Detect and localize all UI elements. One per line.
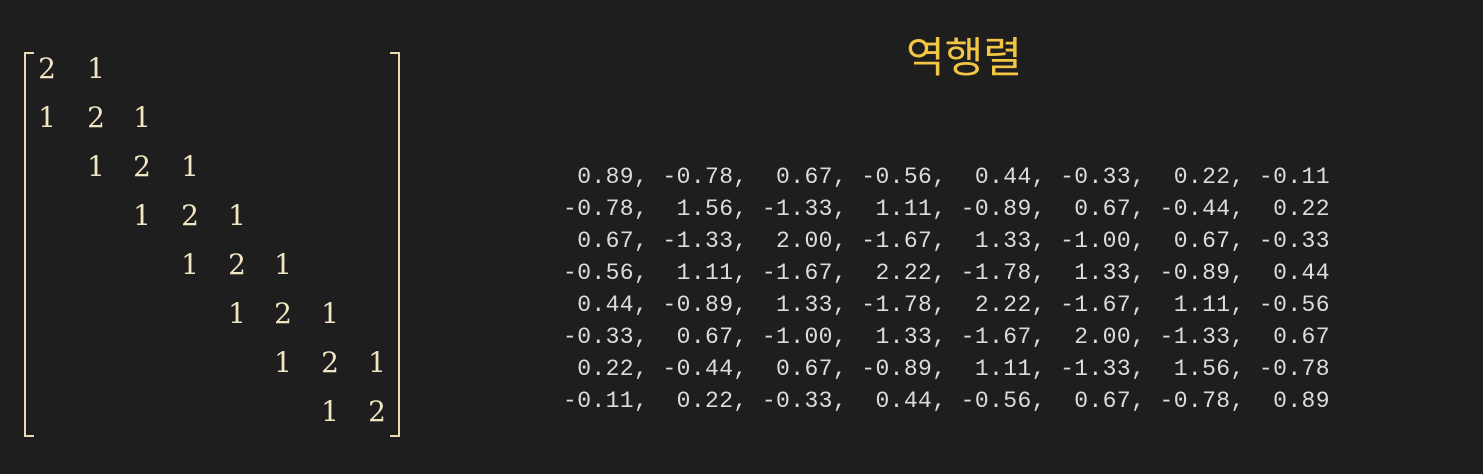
inverse-row: 0.22, -0.44, 0.67, -0.89, 1.11, -1.33, 1… xyxy=(563,356,1330,382)
matrix-cell: 2 xyxy=(274,297,292,330)
matrix-cell: 1 xyxy=(321,297,339,330)
inverse-row: -0.78, 1.56, -1.33, 1.11, -0.89, 0.67, -… xyxy=(563,196,1330,222)
matrix-cell: 2 xyxy=(228,248,246,281)
matrix-cell: 2 xyxy=(181,199,199,232)
matrix-cell: 1 xyxy=(181,150,199,183)
matrix-cell: 1 xyxy=(274,346,292,379)
matrix-cell: 2 xyxy=(87,101,105,134)
matrix-cell: 1 xyxy=(228,297,246,330)
matrix-cell: 2 xyxy=(321,346,339,379)
inverse-row: -0.33, 0.67, -1.00, 1.33, -1.67, 2.00, -… xyxy=(563,324,1330,350)
inverse-row: 0.89, -0.78, 0.67, -0.56, 0.44, -0.33, 0… xyxy=(563,164,1330,190)
matrix-cell: 1 xyxy=(38,101,56,134)
matrix-cell: 1 xyxy=(181,248,199,281)
matrix-cell: 1 xyxy=(87,52,105,85)
inverse-row: -0.11, 0.22, -0.33, 0.44, -0.56, 0.67, -… xyxy=(563,388,1330,414)
inverse-row: 0.67, -1.33, 2.00, -1.67, 1.33, -1.00, 0… xyxy=(563,228,1330,254)
matrix-cell: 1 xyxy=(368,346,386,379)
matrix-cell: 1 xyxy=(133,199,151,232)
matrix-cell: 1 xyxy=(87,150,105,183)
inverse-matrix-title: 역행렬 xyxy=(906,33,1022,82)
matrix-cell: 1 xyxy=(133,101,151,134)
matrix-cell: 2 xyxy=(133,150,151,183)
matrix-cell: 1 xyxy=(274,248,292,281)
matrix-cell: 1 xyxy=(228,199,246,232)
inverse-matrix-values: 0.89, -0.78, 0.67, -0.56, 0.44, -0.33, 0… xyxy=(563,161,1330,417)
matrix-cell: 2 xyxy=(368,395,386,428)
inverse-row: -0.56, 1.11, -1.67, 2.22, -1.78, 1.33, -… xyxy=(563,260,1330,286)
inverse-row: 0.44, -0.89, 1.33, -1.78, 2.22, -1.67, 1… xyxy=(563,292,1330,318)
tridiagonal-matrix: 2112112112112112112112 xyxy=(24,52,400,437)
matrix-cell: 2 xyxy=(38,52,56,85)
matrix-cell: 1 xyxy=(321,395,339,428)
